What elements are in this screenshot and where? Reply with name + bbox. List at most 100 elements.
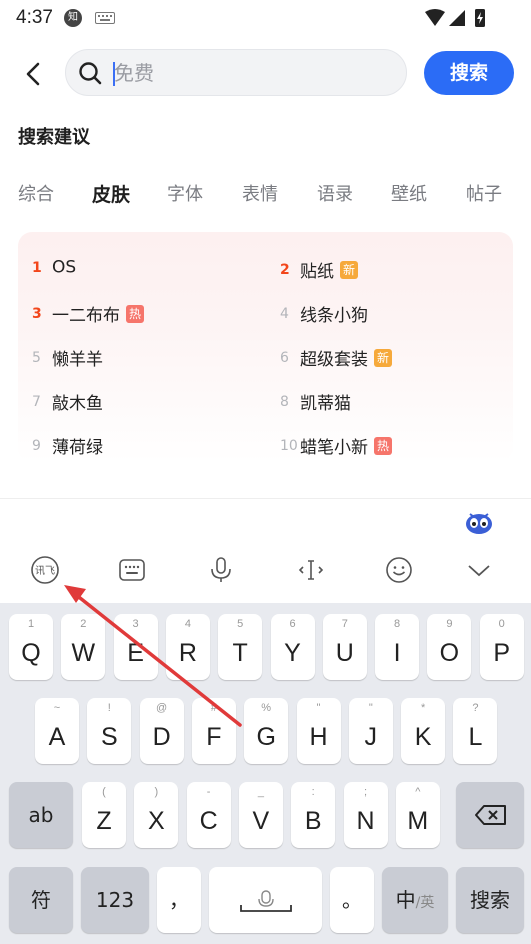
keyboard-layout-icon[interactable] — [117, 555, 147, 585]
lang-main: 中 — [395, 888, 416, 912]
status-indicators — [425, 9, 485, 27]
key-u[interactable]: 7U — [322, 614, 367, 680]
tab-sticker[interactable]: 表情 — [242, 180, 278, 206]
key-x[interactable]: ) X — [134, 782, 179, 848]
ime-logo-icon[interactable]: 讯飞 — [30, 555, 60, 585]
back-arrow-icon[interactable] — [18, 58, 50, 90]
symbol-key[interactable]: 符 — [9, 867, 73, 933]
key-h[interactable]: " H — [296, 698, 341, 764]
suggestion-rank: 4 — [280, 305, 289, 322]
tab-wallpaper[interactable]: 壁纸 — [391, 180, 427, 206]
key-primary-label: M — [407, 807, 429, 835]
emoji-icon[interactable] — [384, 555, 414, 585]
key-m[interactable]: ^ M — [395, 782, 440, 848]
suggestion-item[interactable]: 9 薄荷绿 — [32, 433, 103, 459]
key-primary-label: L — [468, 723, 483, 751]
suggestion-item[interactable]: 5 懒羊羊 — [32, 345, 103, 371]
key-primary-label: H — [309, 723, 328, 751]
hot-badge: 热 — [126, 304, 144, 323]
suggestion-rank: 3 — [32, 305, 42, 322]
key-secondary-label: " — [368, 702, 373, 714]
tab-posts[interactable]: 帖子 — [466, 180, 502, 206]
period-key[interactable]: 。 — [330, 867, 374, 933]
key-c[interactable]: -C — [186, 782, 231, 848]
key-y[interactable]: 6Y — [270, 614, 315, 680]
enter-search-key[interactable]: 搜索 — [456, 867, 524, 933]
suggestion-text: 蜡笔小新 — [300, 438, 368, 458]
comma-key-label: ， — [169, 888, 189, 912]
tab-comprehensive[interactable]: 综合 — [18, 180, 54, 206]
suggestion-item[interactable]: 10 蜡笔小新热 — [280, 433, 392, 459]
key-secondary-label: 7 — [341, 618, 348, 630]
key-n[interactable]: ; N — [343, 782, 388, 848]
key-secondary-label: ) — [154, 786, 159, 798]
suggestion-item[interactable]: 6 超级套装新 — [280, 345, 392, 371]
key-secondary-label: 3 — [132, 618, 139, 630]
key-primary-label: I — [393, 639, 401, 667]
key-primary-label: O — [439, 639, 460, 667]
key-primary-label: N — [356, 807, 375, 835]
suggestion-item[interactable]: 1 OS — [32, 257, 76, 283]
key-secondary-label: - — [206, 786, 211, 798]
key-primary-label: P — [493, 639, 511, 667]
key-e[interactable]: 3E — [113, 614, 158, 680]
mascot-icon[interactable] — [462, 508, 496, 536]
suggestion-text: 懒羊羊 — [52, 350, 103, 370]
key-primary-label: K — [414, 723, 432, 751]
number-key[interactable]: 123 — [81, 867, 149, 933]
search-input[interactable] — [114, 58, 394, 88]
status-bar: 4:37 知 — [0, 0, 531, 36]
key-g[interactable]: % G — [244, 698, 289, 764]
key-v[interactable]: _ V — [238, 782, 283, 848]
suggestion-text: 一二布布 — [52, 306, 120, 326]
key-primary-label: Z — [96, 807, 112, 835]
language-switch-key[interactable]: 中/英 — [382, 867, 448, 933]
suggestion-item[interactable]: 7 敲木鱼 — [32, 389, 103, 415]
cursor-move-icon[interactable] — [296, 555, 326, 585]
backspace-key[interactable] — [456, 782, 524, 848]
key-t[interactable]: 5T — [218, 614, 263, 680]
key-l[interactable]: ? L — [453, 698, 498, 764]
key-q[interactable]: 1Q — [9, 614, 53, 680]
suggestion-text: OS — [52, 257, 77, 278]
key-z[interactable]: (Z — [82, 782, 126, 848]
key-d[interactable]: @ D — [139, 698, 184, 764]
key-r[interactable]: 4R — [165, 614, 210, 680]
tab-skin[interactable]: 皮肤 — [92, 180, 130, 207]
key-o[interactable]: 9O — [427, 614, 472, 680]
key-primary-label: T — [232, 639, 248, 667]
key-secondary-label: 8 — [394, 618, 401, 630]
key-primary-label: A — [48, 723, 66, 751]
key-a[interactable]: ~ A — [35, 698, 79, 764]
shift-ab-key[interactable]: ab — [9, 782, 73, 848]
suggestion-item[interactable]: 3 一二布布热 — [32, 301, 144, 327]
microphone-icon[interactable] — [206, 555, 236, 585]
tab-quotes[interactable]: 语录 — [317, 180, 353, 206]
key-w[interactable]: 2W — [61, 614, 106, 680]
suggestion-item[interactable]: 4 线条小狗 — [280, 301, 368, 327]
key-primary-label: F — [206, 723, 222, 751]
suggestion-rank: 6 — [280, 349, 289, 366]
space-key[interactable] — [209, 867, 322, 933]
tab-font[interactable]: 字体 — [167, 180, 203, 206]
key-p[interactable]: 0P — [479, 614, 524, 680]
key-j[interactable]: " J — [348, 698, 393, 764]
comma-key[interactable]: ， — [157, 867, 201, 933]
key-f[interactable]: # F — [191, 698, 236, 764]
suggestion-item[interactable]: 8 凯蒂猫 — [280, 389, 351, 415]
search-icon — [79, 62, 102, 85]
key-i[interactable]: 8I — [375, 614, 420, 680]
collapse-chevron-icon[interactable] — [464, 555, 494, 585]
key-k[interactable]: * K — [401, 698, 446, 764]
key-primary-label: B — [304, 807, 322, 835]
suggestion-rank: 9 — [32, 437, 41, 454]
key-b[interactable]: :B — [291, 782, 336, 848]
search-box[interactable] — [65, 49, 407, 96]
key-primary-label: R — [178, 639, 197, 667]
key-primary-label: Q — [21, 639, 41, 667]
key-s[interactable]: ! S — [87, 698, 132, 764]
suggestion-rank: 5 — [32, 349, 41, 366]
search-button[interactable]: 搜索 — [424, 51, 514, 95]
svg-text:讯飞: 讯飞 — [35, 565, 55, 577]
suggestion-item[interactable]: 2 贴纸新 — [280, 257, 358, 283]
